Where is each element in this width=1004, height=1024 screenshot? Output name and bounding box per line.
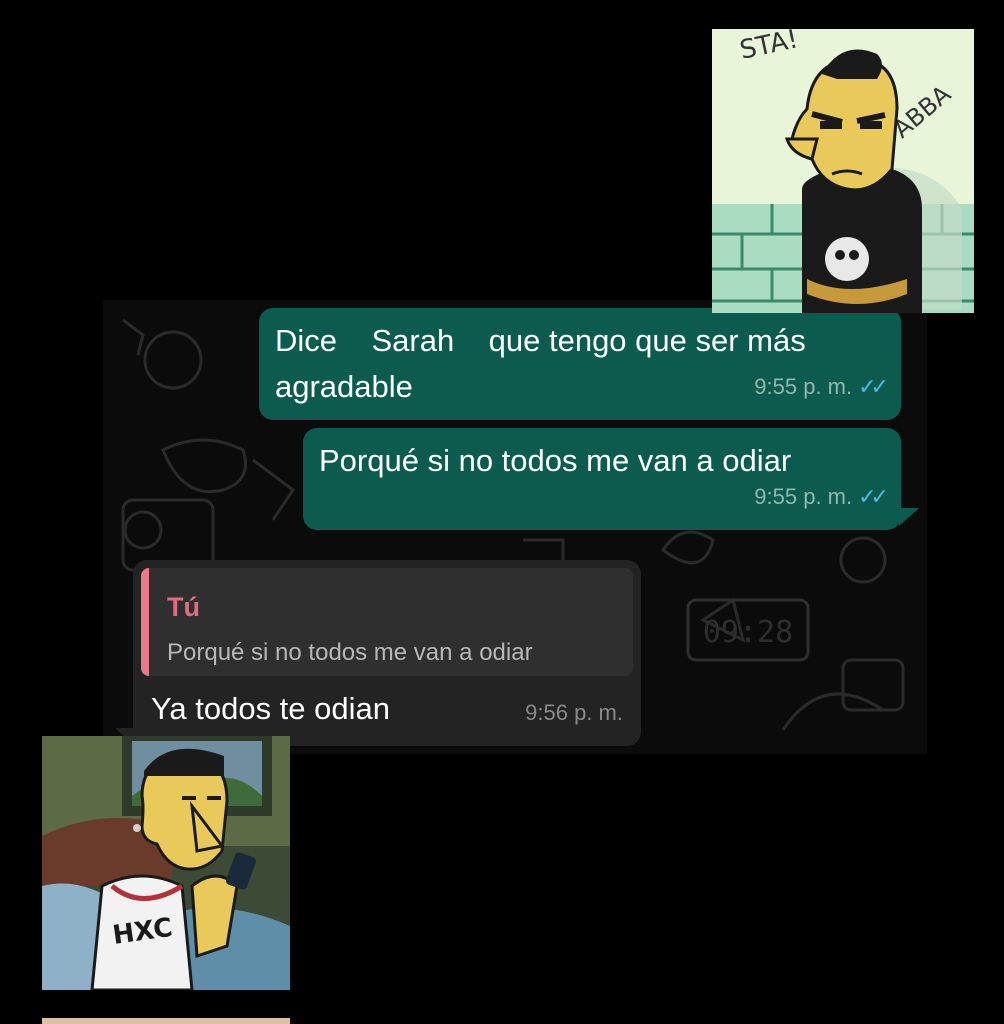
message-text: Ya todos te odian <box>151 691 390 726</box>
message-time: 9:55 p. m. <box>754 484 853 509</box>
quote-author: Tú <box>167 592 200 622</box>
comic-panel-angry-man: STA! ABBA <box>712 29 974 313</box>
doodle-clock: 09:28 <box>686 598 810 662</box>
comic-illustration: HXC <box>42 736 290 990</box>
outgoing-message[interactable]: Porqué si no todos me van a odiar 9:55 p… <box>303 428 901 530</box>
quoted-message[interactable]: Tú Porqué si no todos me van a odiar <box>141 568 633 676</box>
message-meta: 9:55 p. m. ✓✓ <box>754 364 889 410</box>
read-check-icon: ✓✓ <box>858 374 889 399</box>
message-text: Porqué si no todos me van a odiar <box>319 443 792 478</box>
comic-panel-partial <box>42 1018 290 1024</box>
message-time: 9:55 p. m. <box>754 374 853 399</box>
read-check-icon: ✓✓ <box>858 484 889 509</box>
outgoing-message[interactable]: Dice Sarah que tengo que ser más agradab… <box>259 308 901 420</box>
message-meta: 9:55 p. m. ✓✓ <box>754 474 889 520</box>
chat-screenshot: 09:28 Dice Sarah que tengo que ser más a… <box>103 300 927 754</box>
message-text: Dice Sarah que tengo que ser más agradab… <box>275 323 806 404</box>
incoming-message[interactable]: Tú Porqué si no todos me van a odiar Ya … <box>133 560 641 746</box>
comic-panel-man-with-phone: HXC <box>42 736 290 990</box>
quote-text: Porqué si no todos me van a odiar <box>167 639 533 666</box>
message-time: 9:56 p. m. <box>525 700 623 725</box>
message-meta: 9:56 p. m. <box>525 690 623 736</box>
comic-illustration: STA! ABBA <box>712 29 974 313</box>
svg-text:09:28: 09:28 <box>703 615 793 650</box>
quote-accent-bar <box>141 568 149 676</box>
bubble-tail <box>899 508 919 526</box>
